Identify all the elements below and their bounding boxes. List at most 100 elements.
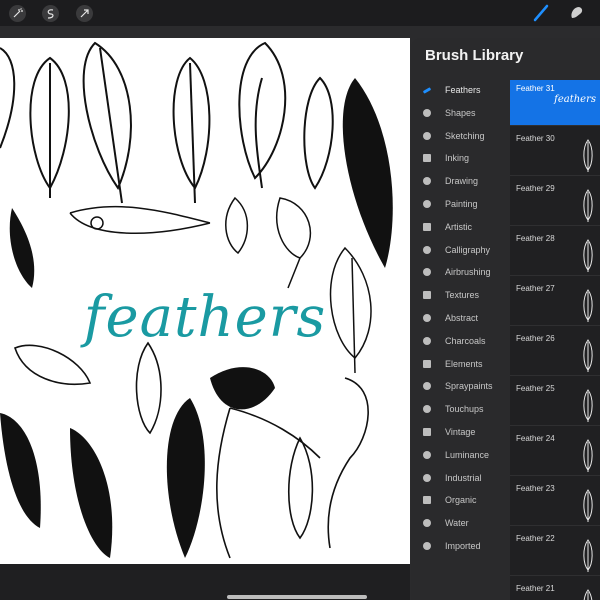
category-label: Organic bbox=[445, 495, 477, 506]
selection-icon[interactable] bbox=[42, 5, 59, 22]
drawing-category-icon bbox=[423, 177, 431, 186]
category-label: Airbrushing bbox=[445, 267, 491, 278]
brush-name: Feather 27 bbox=[516, 284, 555, 293]
category-airbrushing[interactable]: Airbrushing bbox=[411, 262, 509, 285]
category-spraypaints[interactable]: Spraypaints bbox=[411, 376, 509, 399]
brush-name: Feather 28 bbox=[516, 234, 555, 243]
category-label: Textures bbox=[445, 290, 480, 301]
category-organic[interactable]: Organic bbox=[411, 490, 509, 513]
transform-icon[interactable] bbox=[76, 5, 93, 22]
feather-preview-icon bbox=[583, 539, 593, 572]
category-label: Calligraphy bbox=[445, 244, 491, 255]
category-label: Industrial bbox=[445, 472, 482, 483]
category-label: Touchups bbox=[445, 404, 484, 415]
brush-item[interactable]: Feather 27 bbox=[510, 280, 600, 326]
category-imported[interactable]: Imported bbox=[411, 536, 509, 559]
brush-item[interactable]: Feather 23 bbox=[510, 480, 600, 526]
category-sketching[interactable]: Sketching bbox=[411, 126, 509, 149]
home-indicator[interactable] bbox=[227, 595, 367, 599]
brush-icon[interactable] bbox=[532, 3, 550, 23]
category-calligraphy[interactable]: Calligraphy bbox=[411, 240, 509, 263]
feather-preview-icon bbox=[583, 389, 593, 422]
feather-preview-icon bbox=[583, 239, 593, 272]
category-abstract[interactable]: Abstract bbox=[411, 308, 509, 331]
category-charcoals[interactable]: Charcoals bbox=[411, 331, 509, 354]
luminance-category-icon bbox=[423, 450, 431, 459]
category-luminance[interactable]: Luminance bbox=[411, 445, 509, 468]
magic-wand-icon[interactable] bbox=[9, 5, 26, 22]
organic-category-icon bbox=[423, 496, 431, 505]
sketching-category-icon bbox=[423, 131, 431, 140]
category-elements[interactable]: Elements bbox=[411, 354, 509, 377]
feathers-category-icon bbox=[422, 87, 432, 94]
brush-name: Feather 31 bbox=[516, 84, 555, 93]
brush-item[interactable]: Feather 21 bbox=[510, 580, 600, 600]
textures-category-icon bbox=[423, 291, 431, 300]
brush-name: Feather 26 bbox=[516, 334, 555, 343]
calligraphy-category-icon bbox=[423, 245, 431, 254]
category-touchups[interactable]: Touchups bbox=[411, 399, 509, 422]
category-label: Charcoals bbox=[445, 335, 486, 346]
brush-library-title: Brush Library bbox=[425, 47, 524, 64]
category-textures[interactable]: Textures bbox=[411, 285, 509, 308]
category-label: Luminance bbox=[445, 449, 490, 460]
brush-item[interactable]: Feather 24 bbox=[510, 430, 600, 476]
brush-library-panel: Brush Library Feathers Shapes Sketching Ink… bbox=[411, 38, 600, 600]
category-label: Inking bbox=[445, 153, 470, 164]
smudge-icon[interactable] bbox=[568, 4, 586, 22]
feather-preview-icon bbox=[583, 189, 593, 222]
category-label: Artistic bbox=[445, 221, 472, 232]
category-label: Water bbox=[445, 518, 469, 529]
painting-category-icon bbox=[423, 199, 431, 208]
brush-item[interactable]: Feather 25 bbox=[510, 380, 600, 426]
category-label: Feathers bbox=[445, 85, 481, 95]
category-label: Painting bbox=[445, 198, 478, 209]
category-label: Drawing bbox=[445, 176, 479, 187]
category-industrial[interactable]: Industrial bbox=[411, 468, 509, 491]
inking-category-icon bbox=[423, 154, 431, 163]
charcoals-category-icon bbox=[423, 336, 431, 345]
brush-item[interactable]: Feather 22 bbox=[510, 530, 600, 576]
vintage-category-icon bbox=[423, 427, 431, 436]
brush-name: Feather 23 bbox=[516, 484, 555, 493]
category-feathers[interactable]: Feathers bbox=[411, 80, 509, 103]
category-artistic[interactable]: Artistic bbox=[411, 217, 509, 240]
industrial-category-icon bbox=[423, 473, 431, 482]
feather-preview-icon bbox=[583, 289, 593, 322]
brush-name: Feather 22 bbox=[516, 534, 555, 543]
category-shapes[interactable]: Shapes bbox=[411, 103, 509, 126]
category-inking[interactable]: Inking bbox=[411, 148, 509, 171]
canvas-title-lettering: feathers bbox=[83, 285, 327, 350]
brush-item[interactable]: Feather 26 bbox=[510, 330, 600, 376]
brush-category-list: Feathers Shapes Sketching Inking Drawing Pain… bbox=[411, 80, 509, 559]
category-label: Elements bbox=[445, 358, 483, 369]
feather-preview-icon bbox=[583, 339, 593, 372]
category-label: Imported bbox=[445, 540, 481, 551]
brush-name: Feather 30 bbox=[516, 134, 555, 143]
feather-preview-icon bbox=[583, 589, 593, 600]
brush-item[interactable]: Feather 30 bbox=[510, 130, 600, 176]
brush-name: Feather 25 bbox=[516, 384, 555, 393]
imported-category-icon bbox=[423, 541, 431, 550]
brush-item[interactable]: Feather 31 feathers bbox=[510, 80, 600, 126]
water-category-icon bbox=[423, 519, 431, 528]
drawing-canvas[interactable]: feathers bbox=[0, 38, 410, 600]
spraypaints-category-icon bbox=[423, 382, 431, 391]
category-painting[interactable]: Painting bbox=[411, 194, 509, 217]
category-drawing[interactable]: Drawing bbox=[411, 171, 509, 194]
top-toolbar bbox=[0, 0, 600, 26]
category-label: Sketching bbox=[445, 130, 485, 141]
category-label: Abstract bbox=[445, 312, 479, 323]
category-label: Shapes bbox=[445, 107, 476, 118]
category-label: Vintage bbox=[445, 426, 476, 437]
shapes-category-icon bbox=[423, 108, 431, 117]
brush-name: Feather 24 bbox=[516, 434, 555, 443]
brush-item[interactable]: Feather 29 bbox=[510, 180, 600, 226]
brush-stroke-preview: feathers bbox=[554, 94, 596, 105]
touchups-category-icon bbox=[423, 405, 431, 414]
brush-item[interactable]: Feather 28 bbox=[510, 230, 600, 276]
brush-name: Feather 29 bbox=[516, 184, 555, 193]
category-vintage[interactable]: Vintage bbox=[411, 422, 509, 445]
category-water[interactable]: Water bbox=[411, 513, 509, 536]
feather-preview-icon bbox=[583, 439, 593, 472]
